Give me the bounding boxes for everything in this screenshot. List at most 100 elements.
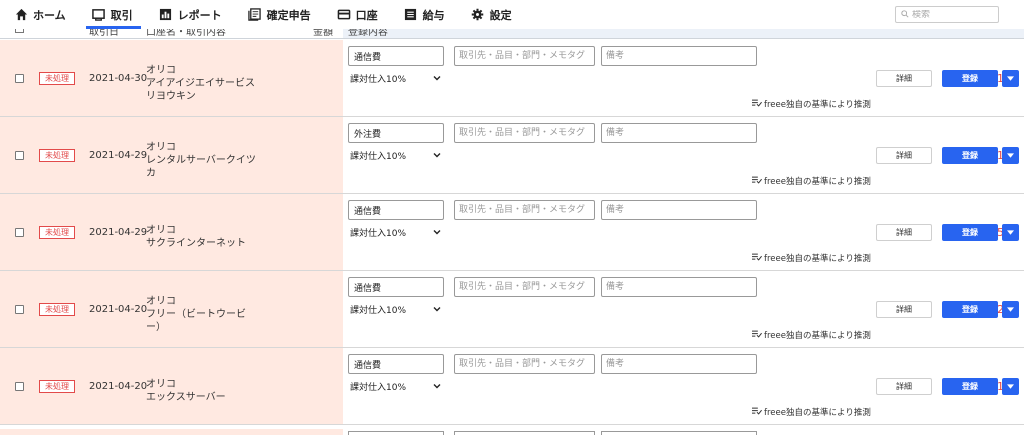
nav-home[interactable]: ホーム [14,0,78,29]
transaction-description: オリコ サクラインターネット [146,225,246,249]
prediction-icon [752,99,762,110]
register-options-button[interactable] [1002,301,1019,318]
register-button[interactable]: 登録 [942,147,998,164]
header-description: 口座名・取引内容 [146,29,226,38]
caret-down-icon [1007,230,1014,235]
caret-down-icon [1007,307,1014,312]
tax-category-select[interactable]: 課対仕入10% [348,69,444,87]
table-row: 未処理 2021-04-29 オリコ レンタルサーバークイツ カ −3,162 … [0,117,1024,194]
prediction-text: freee独自の基準により推測 [764,331,871,341]
detail-button[interactable]: 詳細 [876,301,932,318]
tags-input[interactable] [454,46,595,66]
nav-payroll-label: 給与 [422,8,445,22]
tax-category-select[interactable]: 課対仕入10% [348,300,444,318]
memo-input[interactable] [601,354,757,374]
memo-input[interactable] [601,46,757,66]
tax-category-value: 課対仕入10% [350,382,407,393]
nav-tax-return[interactable]: 確定申告 [248,0,323,29]
transaction-description: オリコ レンタルサーバークイツ カ [146,142,256,179]
register-options-button[interactable] [1002,70,1019,87]
status-badge: 未処理 [39,226,75,239]
prediction-text: freee独自の基準により推測 [764,408,871,418]
detail-button[interactable]: 詳細 [876,378,932,395]
detail-button[interactable]: 詳細 [876,147,932,164]
prediction-icon [752,407,762,418]
home-icon [14,8,28,22]
search-icon [901,8,909,21]
memo-input[interactable] [601,200,757,220]
tax-category-select[interactable]: 課対仕入10% [348,377,444,395]
transaction-date: 2021-04-30 [89,73,148,84]
table-row: 未処理 2021-04-30 オリコ アイアイジエイサービス リヨウキン −1,… [0,40,1024,117]
memo-input[interactable] [601,277,757,297]
transaction-date: 2021-04-20 [89,381,148,392]
tags-input[interactable] [454,200,595,220]
detail-button[interactable]: 詳細 [876,70,932,87]
register-button[interactable]: 登録 [942,70,998,87]
prediction-icon [752,330,762,341]
tax-return-icon [248,8,262,22]
caret-down-icon [1007,384,1014,389]
nav-payroll[interactable]: 給与 [404,0,457,29]
register-button[interactable]: 登録 [942,224,998,241]
account-item-input[interactable] [348,200,444,220]
table-row: 未処理 2021-04-20 オリコ エックスサーバー −1,100 課対仕入1… [0,348,1024,425]
account-item-input[interactable] [348,277,444,297]
prediction-note: freee独自の基準により推測 [752,329,871,341]
memo-input[interactable] [601,123,757,143]
account-item-input[interactable] [348,354,444,374]
row-checkbox[interactable] [15,74,24,83]
tags-input[interactable] [454,277,595,297]
chevron-down-icon [433,307,441,312]
register-button[interactable]: 登録 [942,301,998,318]
register-options-button[interactable] [1002,147,1019,164]
register-button[interactable]: 登録 [942,378,998,395]
tax-category-select[interactable]: 課対仕入10% [348,223,444,241]
tax-category-select[interactable]: 課対仕入10% [348,146,444,164]
transaction-description: オリコ アイアイジエイサービス リヨウキン [146,65,255,102]
header-amount: 金額 [313,29,333,38]
tags-input[interactable] [454,123,595,143]
prediction-note: freee独自の基準により推測 [752,98,871,110]
tax-category-value: 課対仕入10% [350,151,407,162]
row-checkbox[interactable] [15,228,24,237]
row-checkbox[interactable] [15,151,24,160]
nav-tax-return-label: 確定申告 [266,8,311,22]
account-item-input[interactable] [348,46,444,66]
prediction-note: freee独自の基準により推測 [752,175,871,187]
chevron-down-icon [433,230,441,235]
register-options-button[interactable] [1002,378,1019,395]
prediction-text: freee独自の基準により推測 [764,254,871,264]
payroll-icon [404,8,418,22]
transaction-date: 2021-04-29 [89,227,148,238]
status-badge: 未処理 [39,380,75,393]
nav-transactions-label: 取引 [110,8,133,22]
nav-settings-label: 設定 [489,8,512,22]
account-item-input[interactable] [348,123,444,143]
transaction-description: オリコ フリー（ビートウービ ー） [146,296,246,333]
register-options-button[interactable] [1002,224,1019,241]
row-checkbox[interactable] [15,305,24,314]
table-header: 取引日 口座名・取引内容 金額 登録内容 [0,29,1024,39]
prediction-icon [752,253,762,264]
report-icon [159,8,173,22]
select-all-checkbox[interactable] [15,29,24,33]
search-box[interactable] [895,6,999,23]
nav-settings[interactable]: 設定 [471,0,524,29]
caret-down-icon [1007,76,1014,81]
account-icon [337,8,351,22]
header-date: 取引日 [89,29,119,38]
search-input[interactable] [912,9,992,20]
transaction-date: 2021-04-20 [89,304,148,315]
tags-input[interactable] [454,354,595,374]
nav-transactions[interactable]: 取引 [85,0,145,29]
chevron-down-icon [433,384,441,389]
prediction-note: freee独自の基準により推測 [752,252,871,264]
nav-reports[interactable]: レポート [159,0,234,29]
nav-accounts[interactable]: 口座 [337,0,390,29]
transaction-date: 2021-04-29 [89,150,148,161]
next-row-partial [0,429,1024,435]
row-checkbox[interactable] [15,382,24,391]
tax-category-value: 課対仕入10% [350,228,407,239]
detail-button[interactable]: 詳細 [876,224,932,241]
